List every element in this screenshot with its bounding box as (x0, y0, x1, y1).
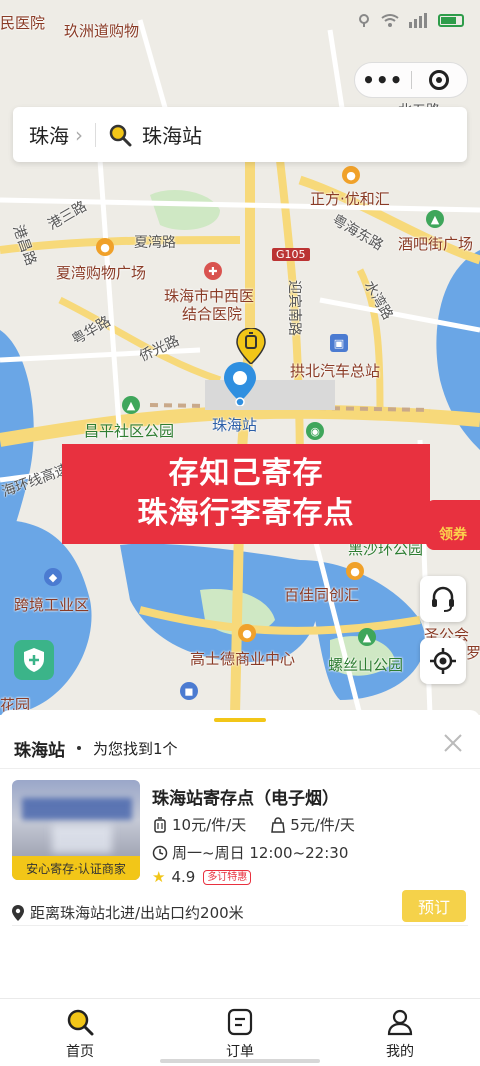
close-miniprogram-icon[interactable] (412, 70, 468, 90)
star-icon: ★ (152, 868, 166, 886)
tab-home[interactable]: 首页 (0, 999, 160, 1066)
sheet-drag-handle[interactable] (214, 718, 266, 722)
map-label-luo: 罗 (466, 644, 480, 662)
station-location-pin-icon[interactable] (224, 362, 256, 407)
park-poi-icon: ▲ (358, 628, 376, 646)
map-label-luosi: 螺丝山公园 (328, 656, 404, 674)
city-selector[interactable]: 珠海 (13, 120, 69, 149)
opening-hours: 周一~周日 12:00~22:30 (172, 844, 349, 862)
tab-home-label: 首页 (66, 1044, 94, 1060)
g105-road-badge: G105 (272, 248, 310, 261)
search-input[interactable]: 珠海站 (142, 120, 202, 149)
order-icon (227, 1008, 253, 1036)
shopping-poi-icon: ● (346, 562, 364, 580)
map-label-zhengfang: 正方·优和汇 (310, 190, 390, 208)
customer-service-button[interactable] (420, 576, 466, 622)
shopping-poi-icon: ● (96, 238, 114, 256)
map-label-kuajing: 跨境工业区 (14, 596, 90, 614)
search-divider (95, 122, 96, 147)
separator-dot (77, 746, 81, 750)
results-count-text: 为您找到1个 (93, 739, 178, 758)
results-sheet: 珠海站 为您找到1个 安心寄存·认证商家 珠海站寄存点（电子烟） 10元/件/天 (0, 710, 480, 1000)
promo-banner[interactable]: 存知己寄存 珠海行李寄存点 (62, 444, 430, 544)
verified-merchant-tag: 安心寄存·认证商家 (12, 856, 140, 880)
wifi-icon (381, 14, 399, 27)
attraction-poi-icon: ◉ (306, 422, 324, 440)
close-icon[interactable] (442, 732, 464, 754)
signal-icon (409, 13, 427, 28)
luggage-price: 10元/件/天 (172, 816, 247, 834)
crosshair-icon (430, 648, 456, 674)
banner-line-1: 存知己寄存 (168, 456, 324, 491)
location-status-icon (359, 14, 369, 27)
tab-profile-label: 我的 (386, 1044, 414, 1060)
rating-value: 4.9 (171, 868, 196, 886)
more-menu-icon[interactable]: ••• (355, 62, 411, 98)
results-location-title: 珠海站 (14, 740, 65, 761)
shopping-poi-icon: ● (238, 624, 256, 642)
search-bar[interactable]: 珠海 › 珠海站 (13, 107, 467, 162)
chevron-right-icon: › (75, 122, 83, 147)
bag-price: 5元/件/天 (290, 816, 355, 834)
map-label-baijia: 百佳同创汇 (284, 586, 360, 604)
rating-row: ★ 4.9 多订特惠 (152, 868, 252, 886)
store-name: 珠海站寄存点（电子烟） (152, 789, 339, 809)
hospital-poi-icon: ✚ (204, 262, 222, 280)
luggage-icon (154, 816, 166, 833)
tab-profile[interactable]: 我的 (320, 999, 480, 1066)
store-thumbnail: 安心寄存·认证商家 (12, 780, 140, 880)
map-label-jiuba: 酒吧街广场 (398, 235, 474, 253)
battery-icon (438, 13, 464, 27)
profile-icon (387, 1009, 413, 1036)
divider (12, 925, 468, 926)
hotel-poi-icon: ◼ (180, 682, 198, 700)
safety-shield-button[interactable] (14, 640, 54, 680)
pricing-row: 10元/件/天 5元/件/天 (152, 814, 355, 835)
clock-icon (152, 845, 168, 860)
map-label-gaoshide: 高士德商业中心 (190, 650, 296, 668)
promo-badge: 多订特惠 (203, 869, 252, 885)
tab-orders-label: 订单 (226, 1044, 254, 1060)
park-poi-icon: ▲ (426, 210, 444, 228)
industrial-poi-icon: ◆ (44, 568, 62, 586)
map-label-changping: 昌平社区公园 (84, 422, 175, 440)
book-button[interactable]: 预订 (402, 890, 466, 922)
shopping-poi-icon: ● (342, 166, 360, 184)
headset-icon (432, 586, 454, 612)
park-poi-icon: ▲ (122, 396, 140, 414)
map-label-xiawan-mall: 夏湾购物广场 (56, 264, 147, 282)
coupon-button[interactable]: 领券 (426, 500, 480, 550)
map-label-gongbei-bus: 拱北汽车总站 (290, 362, 381, 380)
search-icon (109, 124, 132, 146)
bag-icon (271, 816, 286, 833)
map-label-yingbin: 迎宾南路 (286, 280, 302, 336)
sheet-header: 珠海站 为您找到1个 (0, 728, 480, 768)
distance-text: 距离珠海站北进/出站口约200米 (30, 904, 244, 922)
hours-row: 周一~周日 12:00~22:30 (152, 842, 348, 863)
miniprogram-capsule: ••• (354, 62, 468, 98)
locate-me-button[interactable] (420, 638, 466, 684)
shield-plus-icon (24, 648, 44, 672)
map-label-hospital-main-2: 结合医院 (182, 305, 243, 323)
status-bar (0, 0, 480, 44)
bottom-tab-bar: 首页 订单 我的 (0, 998, 480, 1066)
map-label-xiawan-road: 夏湾路 (134, 235, 176, 251)
tab-orders[interactable]: 订单 (160, 999, 320, 1066)
bus-station-poi-icon: ▣ (330, 334, 348, 352)
divider (0, 768, 480, 769)
distance-row: 距离珠海站北进/出站口约200米 (12, 902, 244, 923)
status-icons (356, 12, 464, 28)
search-icon (67, 1009, 94, 1036)
map-label-station: 珠海站 (212, 416, 258, 434)
home-indicator (160, 1059, 320, 1063)
banner-line-2: 珠海行李寄存点 (137, 496, 355, 531)
luggage-store-pin-icon[interactable] (236, 327, 266, 366)
map-pin-icon (12, 904, 24, 921)
